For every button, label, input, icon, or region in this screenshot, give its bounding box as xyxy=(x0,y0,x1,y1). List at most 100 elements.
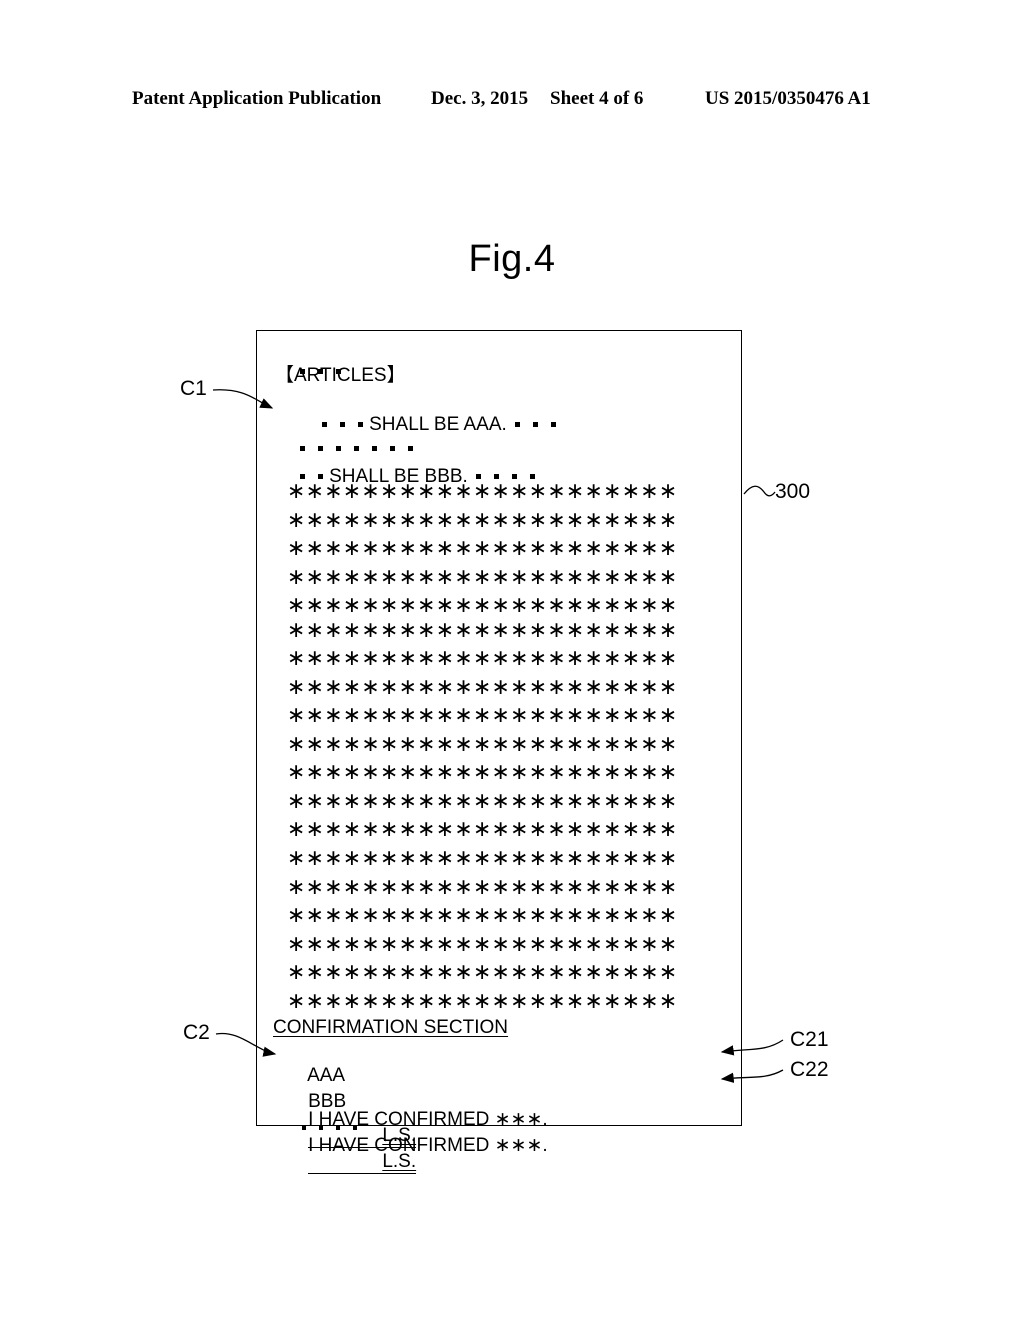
asterisk-glyph: ∗ xyxy=(435,536,455,561)
asterisk-glyph: ∗ xyxy=(547,536,566,561)
asterisk-glyph: ∗ xyxy=(324,618,343,643)
asterisk-row: ∗∗∗∗∗∗∗∗∗∗∗∗∗∗∗∗∗∗∗∗∗ xyxy=(287,677,677,699)
asterisk-glyph: ∗ xyxy=(547,903,566,928)
asterisk-glyph: ∗ xyxy=(658,903,678,928)
asterisk-glyph: ∗ xyxy=(621,675,641,700)
asterisk-glyph: ∗ xyxy=(472,675,492,700)
asterisk-glyph: ∗ xyxy=(658,536,678,561)
asterisk-glyph: ∗ xyxy=(435,508,455,533)
publication-label: Patent Application Publication xyxy=(132,88,382,109)
asterisk-glyph: ∗ xyxy=(287,618,306,643)
asterisk-row: ∗∗∗∗∗∗∗∗∗∗∗∗∗∗∗∗∗∗∗∗∗ xyxy=(287,762,677,784)
asterisk-glyph: ∗ xyxy=(658,593,678,618)
leader-300 xyxy=(743,485,776,497)
asterisk-glyph: ∗ xyxy=(379,760,399,785)
asterisk-row: ∗∗∗∗∗∗∗∗∗∗∗∗∗∗∗∗∗∗∗∗∗ xyxy=(287,962,677,984)
asterisk-row: ∗∗∗∗∗∗∗∗∗∗∗∗∗∗∗∗∗∗∗∗∗ xyxy=(287,567,677,589)
asterisk-glyph: ∗ xyxy=(510,593,529,618)
asterisk-glyph: ∗ xyxy=(287,479,306,504)
asterisk-glyph: ∗ xyxy=(547,817,566,842)
asterisk-glyph: ∗ xyxy=(342,817,362,842)
ellipsis-line xyxy=(281,1095,370,1161)
asterisk-glyph: ∗ xyxy=(640,479,659,504)
asterisk-glyph: ∗ xyxy=(342,479,362,504)
asterisk-glyph: ∗ xyxy=(398,817,417,842)
asterisk-glyph: ∗ xyxy=(472,646,492,671)
asterisk-glyph: ∗ xyxy=(305,703,325,728)
asterisk-glyph: ∗ xyxy=(398,593,417,618)
asterisk-glyph: ∗ xyxy=(547,732,566,757)
asterisk-glyph: ∗ xyxy=(417,932,436,957)
asterisk-glyph: ∗ xyxy=(547,703,566,728)
patent-header: Patent Application Publication Dec. 3, 2… xyxy=(0,88,1024,114)
asterisk-glyph: ∗ xyxy=(454,593,473,618)
asterisk-row: ∗∗∗∗∗∗∗∗∗∗∗∗∗∗∗∗∗∗∗∗∗ xyxy=(287,848,677,870)
asterisk-glyph: ∗ xyxy=(510,508,529,533)
asterisk-glyph: ∗ xyxy=(603,989,622,1014)
asterisk-glyph: ∗ xyxy=(640,989,659,1014)
asterisk-glyph: ∗ xyxy=(305,789,325,814)
asterisk-glyph: ∗ xyxy=(361,960,380,985)
asterisk-glyph: ∗ xyxy=(305,732,325,757)
asterisk-row: ∗∗∗∗∗∗∗∗∗∗∗∗∗∗∗∗∗∗∗∗∗ xyxy=(287,510,677,532)
asterisk-glyph: ∗ xyxy=(621,565,641,590)
asterisk-glyph: ∗ xyxy=(361,732,380,757)
asterisk-glyph: ∗ xyxy=(565,646,585,671)
asterisk-glyph: ∗ xyxy=(398,536,417,561)
asterisk-glyph: ∗ xyxy=(491,789,510,814)
asterisk-glyph: ∗ xyxy=(640,932,659,957)
asterisk-glyph: ∗ xyxy=(324,703,343,728)
asterisk-glyph: ∗ xyxy=(435,565,455,590)
asterisk-glyph: ∗ xyxy=(565,903,585,928)
asterisk-glyph: ∗ xyxy=(584,932,603,957)
asterisk-glyph: ∗ xyxy=(379,817,399,842)
asterisk-glyph: ∗ xyxy=(640,846,659,871)
asterisk-glyph: ∗ xyxy=(547,989,566,1014)
asterisk-glyph: ∗ xyxy=(398,903,417,928)
sheet-number: Sheet 4 of 6 xyxy=(550,88,644,109)
asterisk-glyph: ∗ xyxy=(491,536,510,561)
asterisk-glyph: ∗ xyxy=(621,989,641,1014)
asterisk-glyph: ∗ xyxy=(565,960,585,985)
asterisk-glyph: ∗ xyxy=(603,732,622,757)
asterisk-glyph: ∗ xyxy=(324,565,343,590)
asterisk-glyph: ∗ xyxy=(435,675,455,700)
asterisk-glyph: ∗ xyxy=(324,932,343,957)
asterisk-glyph: ∗ xyxy=(454,932,473,957)
asterisk-glyph: ∗ xyxy=(640,732,659,757)
asterisk-glyph: ∗ xyxy=(547,932,566,957)
asterisk-glyph: ∗ xyxy=(528,479,548,504)
asterisk-glyph: ∗ xyxy=(398,675,417,700)
asterisk-glyph: ∗ xyxy=(417,508,436,533)
asterisk-glyph: ∗ xyxy=(603,875,622,900)
asterisk-glyph: ∗ xyxy=(491,932,510,957)
asterisk-glyph: ∗ xyxy=(287,960,306,985)
asterisk-glyph: ∗ xyxy=(305,989,325,1014)
asterisk-glyph: ∗ xyxy=(621,732,641,757)
asterisk-glyph: ∗ xyxy=(584,565,603,590)
asterisk-glyph: ∗ xyxy=(361,536,380,561)
asterisk-glyph: ∗ xyxy=(510,732,529,757)
ref-c1: C1 xyxy=(180,377,207,400)
asterisk-glyph: ∗ xyxy=(584,618,603,643)
asterisk-glyph: ∗ xyxy=(584,846,603,871)
asterisk-glyph: ∗ xyxy=(547,479,566,504)
asterisk-glyph: ∗ xyxy=(454,846,473,871)
asterisk-glyph: ∗ xyxy=(305,817,325,842)
asterisk-glyph: ∗ xyxy=(621,960,641,985)
asterisk-glyph: ∗ xyxy=(417,732,436,757)
asterisk-glyph: ∗ xyxy=(287,989,306,1014)
asterisk-glyph: ∗ xyxy=(510,960,529,985)
asterisk-glyph: ∗ xyxy=(491,960,510,985)
asterisk-glyph: ∗ xyxy=(640,789,659,814)
asterisk-glyph: ∗ xyxy=(379,508,399,533)
contract-document: 【ARTICLES】 SHALL BE AAA. SHALL BE BBB. ∗… xyxy=(256,330,742,1174)
asterisk-glyph: ∗ xyxy=(603,789,622,814)
asterisk-glyph: ∗ xyxy=(361,593,380,618)
asterisk-glyph: ∗ xyxy=(621,618,641,643)
asterisk-glyph: ∗ xyxy=(584,675,603,700)
asterisk-glyph: ∗ xyxy=(528,618,548,643)
asterisk-glyph: ∗ xyxy=(287,817,306,842)
asterisk-glyph: ∗ xyxy=(454,732,473,757)
asterisk-glyph: ∗ xyxy=(528,903,548,928)
